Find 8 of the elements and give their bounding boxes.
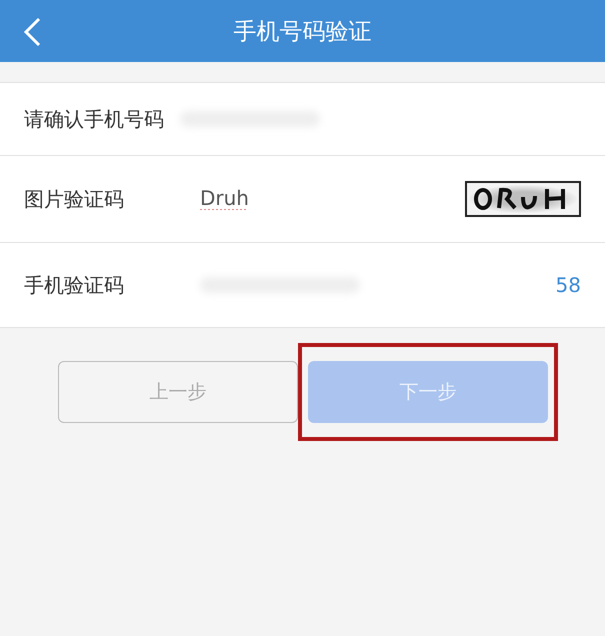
input-field[interactable]: Druh xyxy=(200,186,320,212)
previous-button[interactable]: 上一步 xyxy=(58,361,298,423)
page-title: 手机号码验证 xyxy=(234,18,372,46)
field-label: 图片验证码 xyxy=(24,186,125,212)
countdown-timer: 58 xyxy=(556,273,581,297)
back-button[interactable] xyxy=(22,17,42,47)
field-label: 手机验证码 xyxy=(24,272,125,298)
field-label: 请确认手机号码 xyxy=(24,106,164,132)
